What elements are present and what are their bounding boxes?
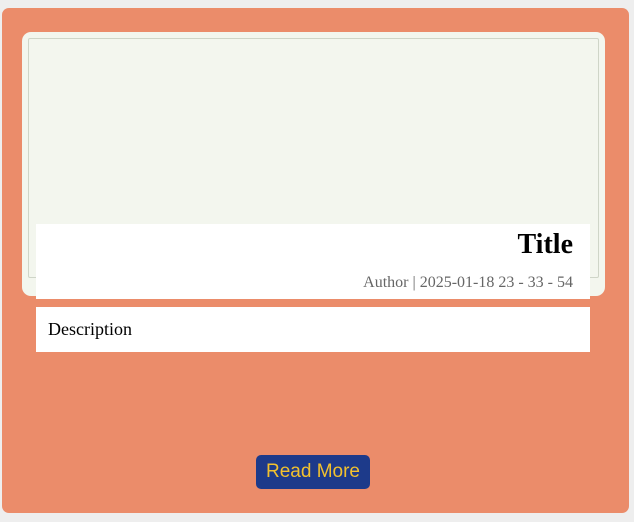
description-panel: Description bbox=[36, 307, 590, 352]
card-title: Title bbox=[517, 229, 573, 260]
read-more-button[interactable]: Read More bbox=[256, 455, 370, 489]
title-panel: Title Author | 2025-01-18 23 - 33 - 54 bbox=[36, 224, 590, 299]
author-label: Author bbox=[363, 274, 409, 291]
article-card: Title Author | 2025-01-18 23 - 33 - 54 D… bbox=[2, 8, 629, 513]
timestamp: 2025-01-18 23 - 33 - 54 bbox=[419, 274, 573, 291]
card-meta: Author | 2025-01-18 23 - 33 - 54 bbox=[363, 274, 573, 292]
card-description: Description bbox=[48, 319, 132, 339]
meta-separator: | bbox=[408, 274, 420, 291]
